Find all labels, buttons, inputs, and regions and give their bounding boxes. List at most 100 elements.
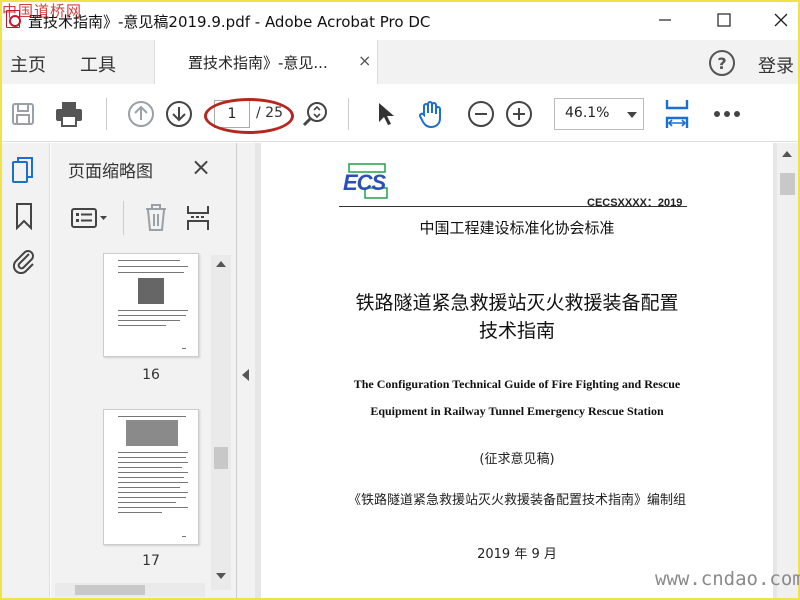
collapse-arrow-icon[interactable] bbox=[242, 369, 249, 381]
draft-status: (征求意见稿) bbox=[479, 452, 555, 467]
minimize-button[interactable] bbox=[650, 8, 680, 32]
panel-collapse-strip[interactable] bbox=[237, 143, 255, 598]
thumb-text-line bbox=[118, 497, 186, 498]
panel-separator bbox=[123, 201, 124, 235]
previous-page-button[interactable] bbox=[126, 99, 156, 129]
hscrollbar-thumb[interactable] bbox=[75, 585, 145, 595]
tab-close-button[interactable]: × bbox=[358, 51, 371, 70]
thumb-text-line bbox=[118, 462, 188, 463]
thumb-text-line bbox=[182, 348, 186, 349]
menu-bar: 主页 工具 置技术指南》-意见... × ? 登录 bbox=[2, 40, 798, 84]
help-button[interactable]: ? bbox=[709, 50, 735, 76]
toolbar: 1 / 25 46.1% bbox=[2, 86, 798, 142]
page-thumbnails-panel: 页面缩略图 × 16 17 bbox=[51, 143, 237, 598]
maximize-button[interactable] bbox=[709, 8, 739, 32]
thumb-text-line bbox=[118, 457, 186, 458]
thumbnail-page-17[interactable] bbox=[103, 409, 199, 545]
arrow-down-circle-icon bbox=[166, 101, 192, 127]
thumbnail-options-button[interactable] bbox=[69, 203, 111, 233]
chinese-title: 铁路隧道紧急救援站灭火救援装备配置 技术指南 bbox=[261, 289, 773, 345]
thumb-text-line bbox=[118, 482, 188, 483]
zoom-in-button[interactable] bbox=[504, 99, 534, 129]
attachments-button[interactable] bbox=[9, 245, 39, 275]
more-tools-button[interactable] bbox=[712, 99, 742, 129]
scroll-down-icon[interactable] bbox=[216, 573, 226, 579]
thumb-text-line bbox=[118, 452, 188, 453]
paperclip-icon bbox=[12, 250, 34, 274]
delete-pages-button[interactable] bbox=[141, 203, 171, 233]
next-page-button[interactable] bbox=[164, 99, 194, 129]
close-icon bbox=[774, 13, 788, 27]
title-bar: 置技术指南》-意见稿2019.9.pdf - Adobe Acrobat Pro… bbox=[2, 2, 798, 38]
thumb-text-line bbox=[182, 536, 186, 537]
english-title-line1: The Configuration Technical Guide of Fir… bbox=[353, 377, 681, 391]
compiling-group: 《铁路隧道紧急救援站灭火救援装备配置技术指南》编制组 bbox=[347, 493, 686, 508]
arrow-up-circle-icon bbox=[128, 101, 154, 127]
thumb-text-line bbox=[118, 467, 182, 468]
menu-tools[interactable]: 工具 bbox=[80, 51, 116, 77]
thumb-text-line bbox=[118, 487, 180, 488]
print-button[interactable] bbox=[54, 99, 84, 129]
cursor-arrow-icon bbox=[379, 103, 394, 125]
close-window-button[interactable] bbox=[766, 8, 796, 32]
standard-code: CECSXXXX：2019 bbox=[587, 197, 683, 209]
zoom-out-button[interactable] bbox=[466, 99, 496, 129]
panel-title: 页面缩略图 bbox=[68, 162, 153, 182]
plus-circle-icon bbox=[506, 101, 532, 127]
thumb-text-line bbox=[118, 492, 188, 493]
english-title-line2: Equipment in Railway Tunnel Emergency Re… bbox=[370, 404, 664, 418]
maximize-icon bbox=[717, 13, 731, 27]
chinese-title-line1: 铁路隧道紧急救援站灭火救援装备配置 bbox=[355, 292, 679, 314]
document-tab-label: 置技术指南》-意见... bbox=[188, 54, 328, 72]
publication-date: 2019 年 9 月 bbox=[477, 547, 557, 562]
thumb-text-line bbox=[118, 507, 188, 508]
save-icon bbox=[12, 103, 34, 125]
thumb-text-line bbox=[118, 310, 188, 311]
app-window: 置技术指南》-意见稿2019.9.pdf - Adobe Acrobat Pro… bbox=[2, 2, 798, 598]
thumb-text-line bbox=[118, 260, 180, 261]
document-tab[interactable]: 置技术指南》-意见... × bbox=[154, 40, 378, 84]
thumb-text-line bbox=[118, 315, 186, 316]
thumb-text-line bbox=[118, 477, 184, 478]
document-view[interactable]: ECS CECSXXXX：2019 中国工程建设标准化协会标准 铁路隧道紧急救援… bbox=[255, 143, 798, 598]
select-tool-button[interactable] bbox=[370, 99, 400, 129]
rotate-pages-button[interactable] bbox=[183, 203, 213, 233]
acrobat-app-icon bbox=[6, 10, 21, 28]
scrollbar-thumb[interactable] bbox=[214, 447, 228, 469]
menu-home[interactable]: 主页 bbox=[10, 51, 46, 77]
printer-icon bbox=[56, 102, 82, 127]
zoom-value: 46.1% bbox=[565, 105, 610, 121]
thumbnail-scrollbar[interactable] bbox=[211, 255, 231, 590]
hand-tool-button[interactable] bbox=[416, 99, 446, 129]
bookmarks-button[interactable] bbox=[9, 201, 39, 231]
fit-page-button[interactable] bbox=[300, 99, 330, 129]
thumb-text-line bbox=[118, 320, 180, 321]
scrollbar-thumb[interactable] bbox=[780, 173, 795, 195]
association-name: 中国工程建设标准化协会标准 bbox=[419, 219, 615, 237]
zoom-select[interactable]: 46.1% bbox=[554, 98, 644, 130]
thumbnail-hscrollbar[interactable] bbox=[55, 583, 205, 597]
page-thumbnails-button[interactable] bbox=[9, 155, 39, 185]
thumb-text-line bbox=[118, 325, 166, 326]
thumbnail-page-16[interactable] bbox=[103, 253, 199, 357]
header-rule bbox=[339, 206, 687, 207]
bookmark-icon bbox=[16, 203, 32, 230]
ecs-logo: ECS bbox=[339, 162, 391, 200]
login-button[interactable]: 登录 bbox=[758, 52, 794, 78]
fit-width-icon bbox=[665, 100, 689, 128]
english-title: The Configuration Technical Guide of Fir… bbox=[261, 371, 773, 425]
page-display-button[interactable] bbox=[662, 99, 692, 129]
document-scrollbar[interactable] bbox=[777, 143, 798, 598]
minimize-icon bbox=[659, 19, 671, 21]
chinese-title-line2: 技术指南 bbox=[478, 320, 555, 342]
thumb-text-line bbox=[118, 472, 188, 473]
panel-close-button[interactable]: × bbox=[191, 153, 211, 181]
scroll-up-icon[interactable] bbox=[782, 151, 792, 157]
thumb-image bbox=[126, 420, 178, 446]
window-title: 置技术指南》-意见稿2019.9.pdf - Adobe Acrobat Pro… bbox=[28, 13, 431, 31]
zoom-fit-icon bbox=[302, 102, 327, 127]
thumb-text-line bbox=[118, 272, 184, 273]
scroll-up-icon[interactable] bbox=[216, 261, 226, 267]
pdf-page: ECS CECSXXXX：2019 中国工程建设标准化协会标准 铁路隧道紧急救援… bbox=[261, 143, 773, 598]
save-button[interactable] bbox=[8, 99, 38, 129]
